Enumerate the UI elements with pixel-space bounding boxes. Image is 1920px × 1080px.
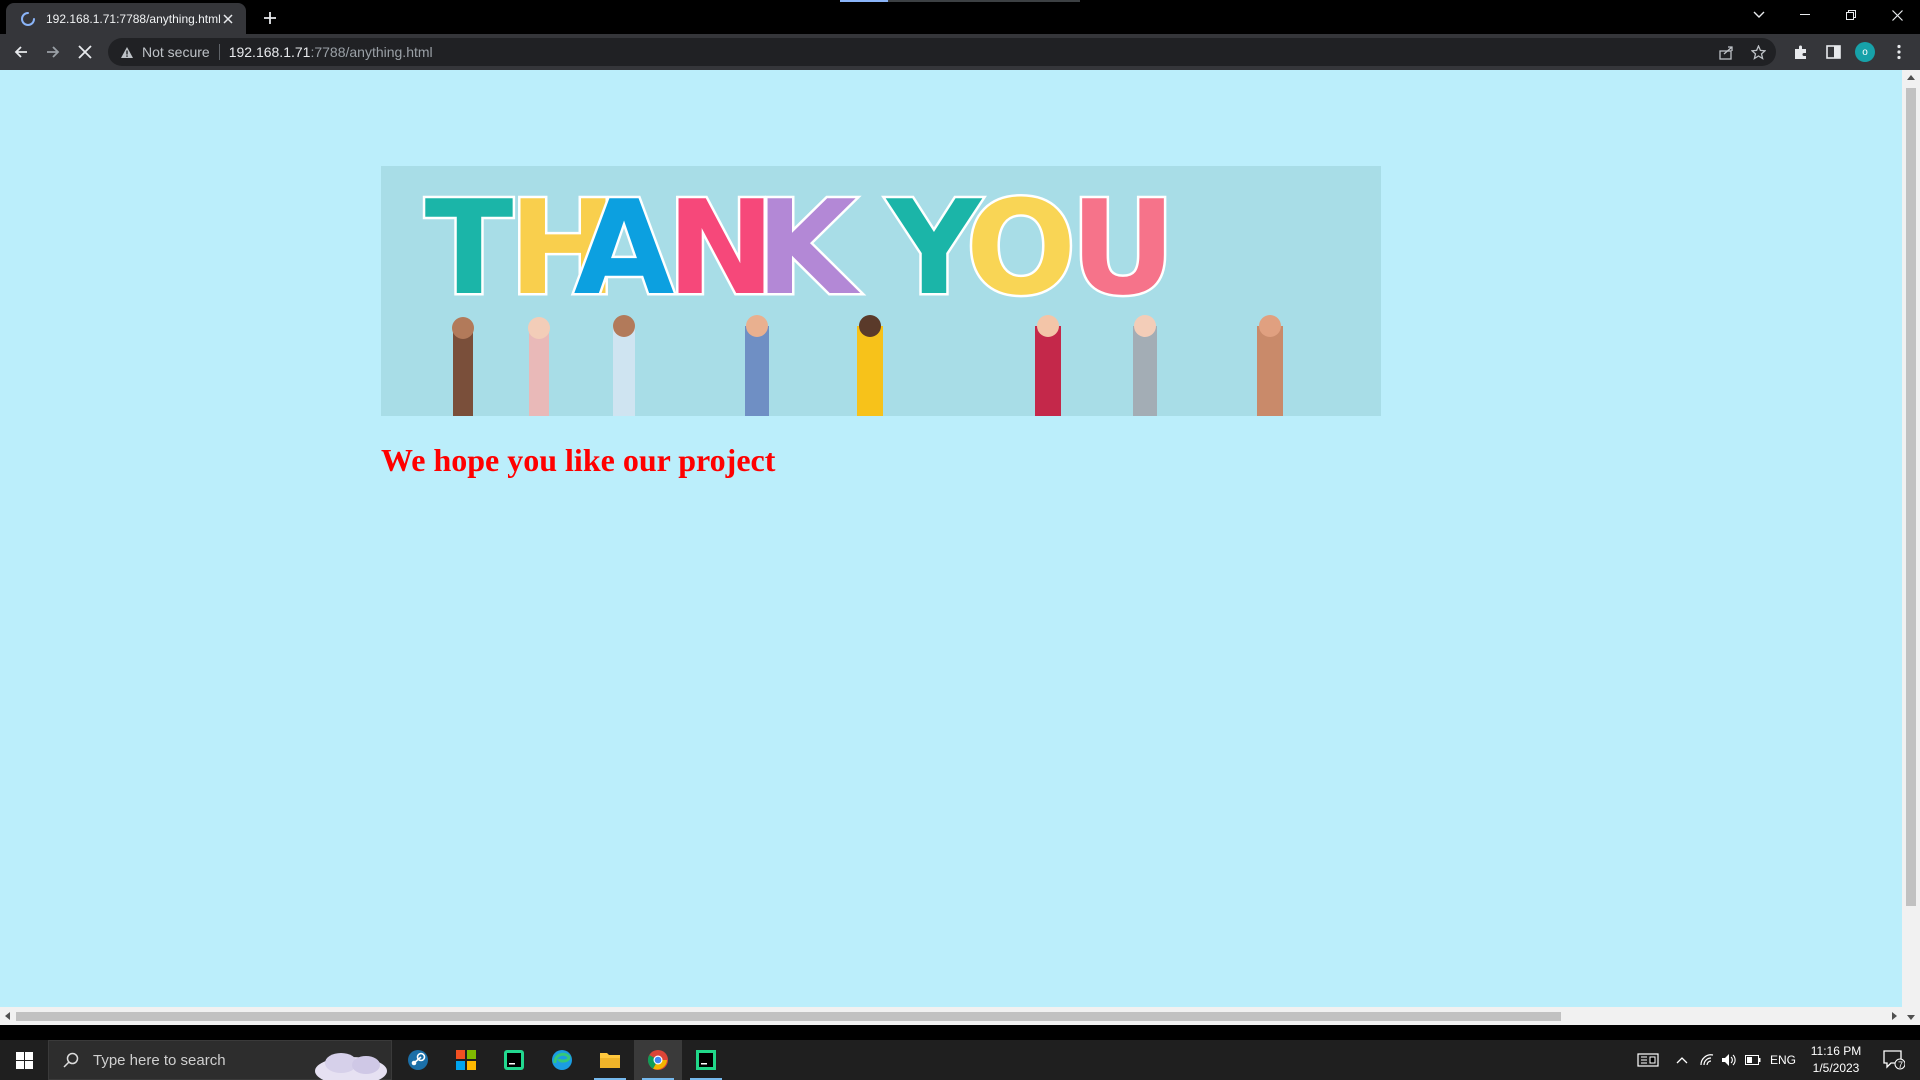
loading-spinner-icon xyxy=(20,11,36,27)
address-bar[interactable]: Not secure 192.168.1.71 :7788/anything.h… xyxy=(108,38,1776,66)
vertical-scroll-thumb[interactable] xyxy=(1906,88,1916,906)
forward-button[interactable] xyxy=(41,40,65,64)
tab-search-icon[interactable] xyxy=(1736,0,1782,30)
scroll-up-arrow-icon[interactable] xyxy=(1907,75,1915,80)
bookmark-star-icon[interactable] xyxy=(1746,40,1770,64)
scroll-right-arrow-icon[interactable] xyxy=(1892,1012,1897,1020)
search-placeholder: Type here to search xyxy=(93,1051,226,1069)
browser-tab[interactable]: 192.168.1.71:7788/anything.html xyxy=(6,3,246,34)
input-language[interactable]: ENG xyxy=(1766,1040,1800,1080)
share-icon[interactable] xyxy=(1714,40,1738,64)
battery-icon[interactable] xyxy=(1742,1040,1764,1080)
chrome-icon[interactable] xyxy=(634,1040,682,1080)
restore-button[interactable] xyxy=(1828,0,1874,30)
page-viewport: THANKYOU We hope you like our project xyxy=(0,70,1920,1025)
app-tiles-icon[interactable] xyxy=(442,1040,490,1080)
network-icon[interactable] xyxy=(1696,1040,1718,1080)
volume-icon[interactable] xyxy=(1718,1040,1740,1080)
banner-letter: U xyxy=(1070,172,1176,324)
side-panel-icon[interactable] xyxy=(1821,40,1845,64)
windows-taskbar: Type here to search ENG 11:16 PM 1/5/202… xyxy=(0,1040,1920,1080)
notification-center-icon[interactable]: 7 xyxy=(1874,1040,1914,1080)
scroll-down-arrow-icon[interactable] xyxy=(1907,1015,1915,1020)
back-button[interactable] xyxy=(9,40,33,64)
browser-menu-icon[interactable] xyxy=(1887,40,1911,64)
tab-close-icon[interactable] xyxy=(220,11,236,27)
clock-time: 11:16 PM xyxy=(1810,1044,1862,1058)
file-explorer-icon[interactable] xyxy=(586,1040,634,1080)
minimize-button[interactable] xyxy=(1782,0,1828,30)
horizontal-scroll-thumb[interactable] xyxy=(16,1012,1561,1021)
url-path[interactable]: :7788/anything.html xyxy=(310,44,432,60)
vertical-scrollbar[interactable] xyxy=(1902,70,1920,1025)
thank-you-lettering: THANK YOU xyxy=(422,170,1178,327)
page-heading: We hope you like our project xyxy=(381,442,776,478)
horizontal-scrollbar[interactable] xyxy=(0,1007,1902,1025)
banner-letter: T xyxy=(425,172,514,324)
banner-letter: A xyxy=(574,172,675,324)
divider xyxy=(218,44,220,60)
new-tab-button[interactable] xyxy=(258,6,282,30)
thank-you-banner-image: THANKYOU xyxy=(381,166,1381,416)
url-host[interactable]: 192.168.1.71 xyxy=(229,44,311,60)
steam-icon[interactable] xyxy=(394,1040,442,1080)
start-button[interactable] xyxy=(0,1040,48,1080)
close-window-button[interactable] xyxy=(1874,0,1920,30)
stop-loading-button[interactable] xyxy=(73,40,97,64)
show-hidden-icons-chevron-icon[interactable] xyxy=(1672,1040,1692,1080)
tab-title: 192.168.1.71:7788/anything.html xyxy=(46,11,220,26)
taskbar-clock[interactable]: 11:16 PM 1/5/2023 xyxy=(1800,1043,1872,1077)
security-label[interactable]: Not secure xyxy=(142,44,210,60)
clion-icon[interactable] xyxy=(490,1040,538,1080)
banner-letter: K xyxy=(756,172,861,324)
search-highlight-illustration xyxy=(315,1053,387,1080)
extensions-puzzle-icon[interactable] xyxy=(1789,40,1813,64)
windows-logo-icon xyxy=(15,1051,33,1069)
warning-icon[interactable] xyxy=(120,46,134,59)
edge-icon[interactable] xyxy=(538,1040,586,1080)
banner-letter: O xyxy=(966,172,1077,324)
profile-avatar[interactable]: o xyxy=(1855,42,1875,62)
scroll-left-arrow-icon[interactable] xyxy=(5,1012,10,1020)
pycharm-icon[interactable] xyxy=(682,1040,730,1080)
browser-toolbar: Not secure 192.168.1.71 :7788/anything.h… xyxy=(0,34,1920,70)
tab-strip: 192.168.1.71:7788/anything.html xyxy=(0,0,1920,34)
notification-count: 7 xyxy=(1898,1060,1904,1070)
loading-indicator xyxy=(840,0,1080,2)
clock-date: 1/5/2023 xyxy=(1812,1061,1860,1075)
taskbar-search-box[interactable]: Type here to search xyxy=(48,1040,392,1080)
news-widget-icon[interactable] xyxy=(1630,1040,1666,1080)
search-icon xyxy=(63,1052,79,1068)
